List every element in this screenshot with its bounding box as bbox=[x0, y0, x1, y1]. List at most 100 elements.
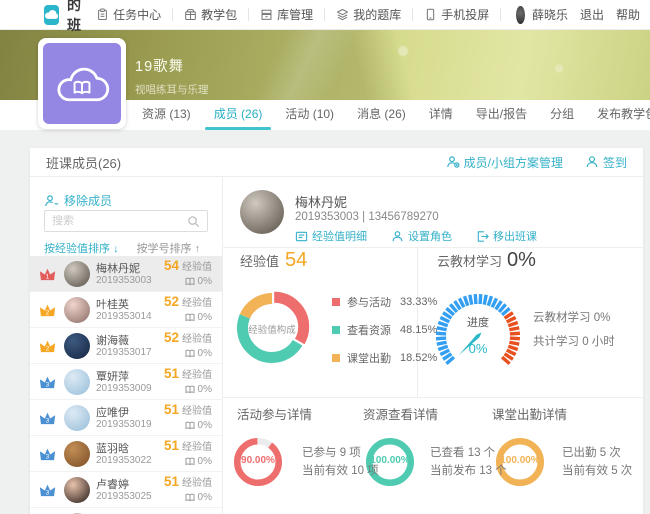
svg-text:2: 2 bbox=[46, 345, 50, 352]
sort-by-id-button[interactable]: 按学号排序 ↑ bbox=[137, 240, 201, 256]
member-exp: 51经验值 bbox=[164, 402, 212, 417]
member-avatar bbox=[64, 297, 90, 323]
tab-5[interactable]: 详情 bbox=[427, 100, 455, 130]
activity-line2: 当前有效 10 项 bbox=[302, 462, 379, 478]
resource-line2: 当前发布 13 个 bbox=[430, 462, 507, 478]
topbar-nav-3[interactable]: 库管理 bbox=[260, 6, 313, 23]
legend-swatch bbox=[332, 298, 340, 306]
member-exp: 51经验值 bbox=[164, 474, 212, 489]
rank-crown-icon: 3 bbox=[39, 447, 56, 461]
member-avatar bbox=[64, 441, 90, 467]
svg-text:1: 1 bbox=[46, 273, 50, 280]
book-icon bbox=[185, 493, 195, 502]
user-name[interactable]: 薛晓乐 bbox=[532, 6, 568, 23]
member-list-item[interactable]: 2 叶桂英 2019353014 52经验值 0% bbox=[30, 292, 222, 328]
profile-actions: 经验值明细 设置角色 移出班课 bbox=[295, 228, 537, 244]
app-cloud-logo-icon[interactable] bbox=[44, 5, 59, 25]
tab-7[interactable]: 分组 bbox=[548, 100, 576, 130]
search-icon[interactable] bbox=[187, 215, 200, 228]
checkin-button[interactable]: 签到 bbox=[585, 154, 627, 171]
member-exp: 51经验值 bbox=[164, 366, 212, 381]
nav-divider bbox=[172, 8, 173, 21]
tab-4[interactable]: 消息 (26) bbox=[355, 100, 408, 130]
section-title: 班课成员(26) bbox=[46, 153, 121, 172]
move-out-button[interactable]: 移出班课 bbox=[476, 228, 537, 244]
book-icon bbox=[185, 457, 195, 466]
rank-crown-icon: 2 bbox=[39, 339, 56, 353]
rank-crown-icon: 3 bbox=[39, 483, 56, 497]
legend-label: 查看资源 bbox=[347, 322, 391, 338]
nav-divider bbox=[500, 8, 501, 21]
topbar-nav-4[interactable]: 我的题库 bbox=[336, 6, 401, 23]
member-list-item[interactable]: 3 蓝羽晗 2019353022 51经验值 0% bbox=[30, 436, 222, 472]
legend-item: 课堂出勤 18.52% bbox=[332, 350, 437, 366]
member-list-item[interactable] bbox=[30, 508, 222, 514]
tab-1[interactable]: 资源 (13) bbox=[140, 100, 193, 130]
user-avatar[interactable] bbox=[516, 6, 525, 24]
set-role-button[interactable]: 设置角色 bbox=[391, 228, 452, 244]
my-class-app: 我的班课 任务中心 教学包 库管理 我的题库 手机投屏 薛晓乐 退出 帮助 bbox=[0, 0, 650, 514]
member-exp: 52经验值 bbox=[164, 294, 212, 309]
rank-crown-icon: 3 bbox=[39, 411, 56, 425]
exp-section-title: 经验值54 bbox=[240, 249, 307, 272]
card-list-icon bbox=[295, 230, 308, 243]
topbar-nav: 任务中心 教学包 库管理 我的题库 手机投屏 bbox=[96, 6, 512, 23]
topbar-nav-2[interactable]: 教学包 bbox=[184, 6, 237, 23]
member-list-item[interactable]: 3 覃妍萍 2019353009 51经验值 0% bbox=[30, 364, 222, 400]
profile-id-phone: 2019353003 | 13456789270 bbox=[295, 211, 439, 223]
topbar-nav-1[interactable]: 任务中心 bbox=[96, 6, 161, 23]
layers-icon bbox=[336, 8, 349, 21]
phone-cast-icon bbox=[424, 8, 437, 21]
progress-gauge-chart bbox=[423, 281, 533, 391]
member-student-id: 2019353025 bbox=[96, 491, 152, 502]
group-plan-manage-button[interactable]: 成员/小组方案管理 bbox=[446, 154, 563, 171]
member-search-box bbox=[44, 210, 208, 232]
tab-8[interactable]: 发布教学包 bbox=[595, 100, 650, 130]
topbar-nav-5[interactable]: 手机投屏 bbox=[424, 6, 489, 23]
member-exp: 54经验值 bbox=[164, 258, 212, 273]
activity-line1: 已参与 9 项 bbox=[302, 444, 361, 460]
member-exp: 52经验值 bbox=[164, 330, 212, 345]
arrow-up-icon: ↑ bbox=[195, 243, 201, 255]
member-study-rate: 0% bbox=[185, 492, 212, 503]
sort-by-exp-button[interactable]: 按经验值排序 ↓ bbox=[44, 240, 119, 256]
member-student-id: 2019353019 bbox=[96, 419, 152, 430]
person-gear-icon bbox=[446, 155, 460, 169]
member-study-rate: 0% bbox=[185, 456, 212, 467]
exp-chart-legend: 参与活动 33.33% 查看资源 48.15% 课堂出勤 18.52% bbox=[332, 294, 437, 366]
member-student-id: 2019353017 bbox=[96, 347, 152, 358]
member-avatar bbox=[64, 477, 90, 503]
tab-3[interactable]: 活动 (10) bbox=[283, 100, 336, 130]
member-list-item[interactable]: 3 卢睿婷 2019353025 51经验值 0% bbox=[30, 472, 222, 508]
person-minus-icon bbox=[44, 194, 59, 208]
nav-divider bbox=[412, 8, 413, 21]
member-search-input[interactable] bbox=[52, 215, 187, 227]
tab-6[interactable]: 导出/报告 bbox=[474, 100, 529, 130]
activity-detail-title: 活动参与详情 bbox=[237, 404, 312, 423]
legend-swatch bbox=[332, 354, 340, 362]
member-study-rate: 0% bbox=[185, 348, 212, 359]
book-icon bbox=[185, 421, 195, 430]
exp-detail-button[interactable]: 经验值明细 bbox=[295, 228, 367, 244]
member-list-item[interactable]: 2 谢海薇 2019353017 52经验值 0% bbox=[30, 328, 222, 364]
member-student-id: 2019353009 bbox=[96, 383, 152, 394]
nav-divider bbox=[324, 8, 325, 21]
resource-detail-title: 资源查看详情 bbox=[363, 404, 438, 423]
help-link[interactable]: 帮助 bbox=[616, 6, 640, 23]
members-card: 班课成员(26) 成员/小组方案管理 签到 移除成员 按经验值排序 ↓ bbox=[30, 148, 643, 514]
remove-member-button[interactable]: 移除成员 bbox=[44, 192, 112, 209]
tab-2[interactable]: 成员 (26) bbox=[212, 100, 265, 130]
member-list-item[interactable]: 3 应唯伊 2019353019 51经验值 0% bbox=[30, 400, 222, 436]
member-avatar bbox=[64, 261, 90, 287]
logout-link[interactable]: 退出 bbox=[580, 6, 604, 23]
person-icon bbox=[391, 230, 404, 243]
legend-label: 课堂出勤 bbox=[347, 350, 391, 366]
book-icon bbox=[185, 313, 195, 322]
header-links: 成员/小组方案管理 签到 bbox=[446, 154, 627, 171]
attendance-detail-title: 课堂出勤详情 bbox=[492, 404, 567, 423]
member-student-id: 2019353003 bbox=[96, 275, 152, 286]
member-list-item[interactable]: 1 梅林丹妮 2019353003 54经验值 0% bbox=[30, 256, 222, 292]
profile-avatar bbox=[240, 190, 284, 234]
svg-text:3: 3 bbox=[46, 453, 50, 460]
exit-arrow-icon bbox=[476, 230, 489, 243]
